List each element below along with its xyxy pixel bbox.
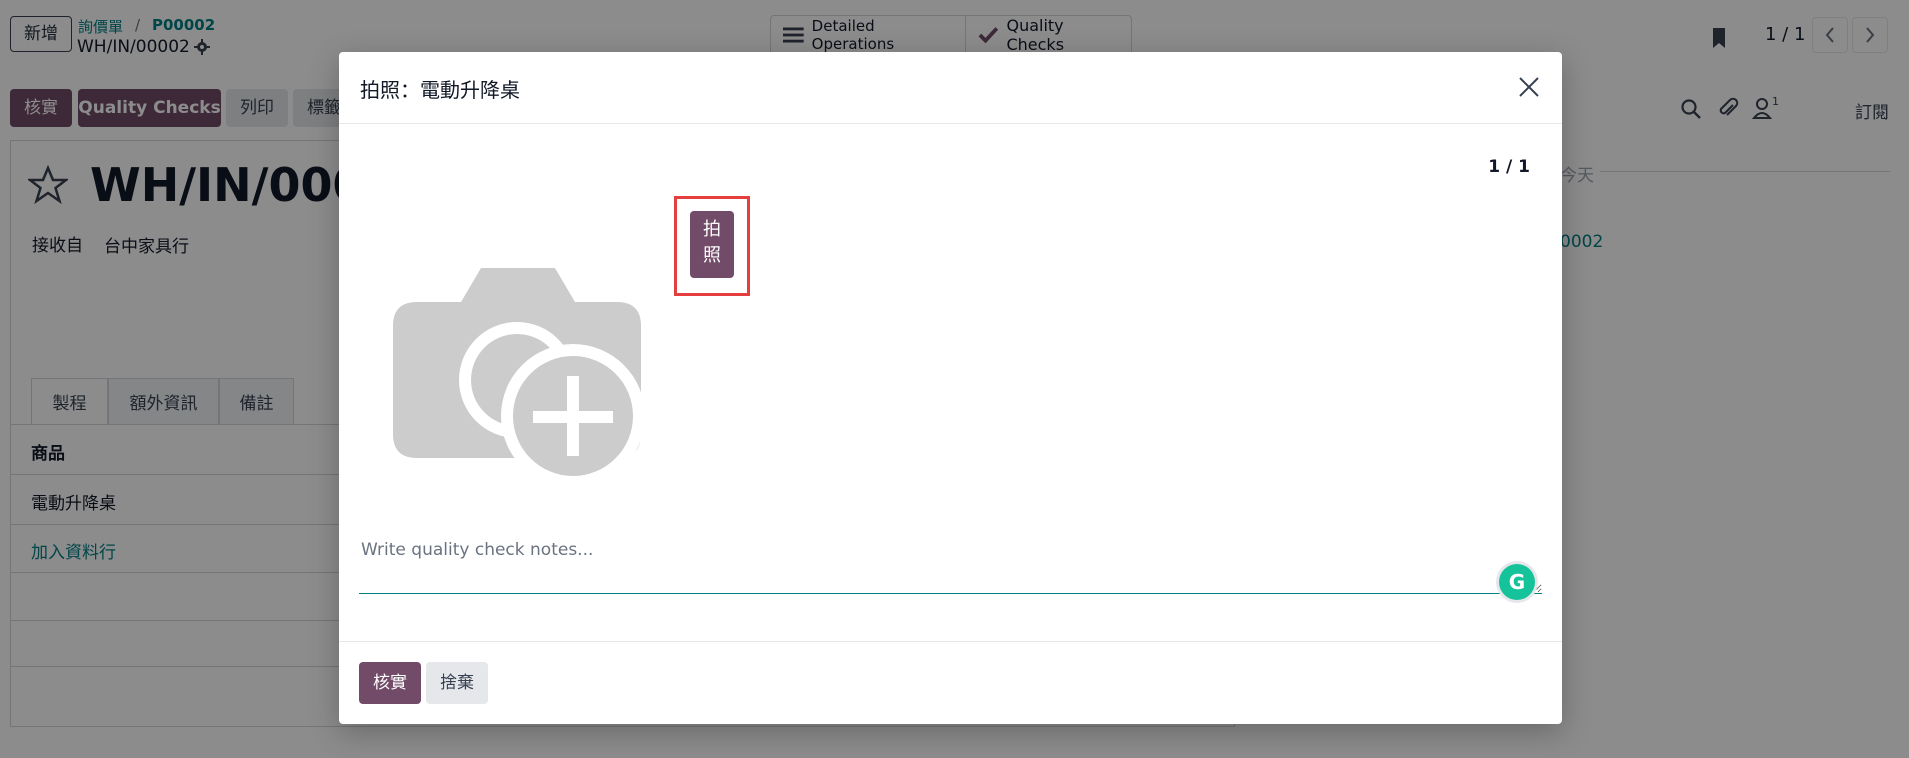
dialog-discard-button[interactable]: 捨棄 <box>426 662 488 704</box>
close-button[interactable] <box>1512 70 1546 104</box>
quality-notes-input[interactable] <box>359 540 1542 594</box>
camera-placeholder-icon <box>393 268 645 488</box>
dialog-footer: 核實 捨棄 <box>339 641 1562 724</box>
dialog-header: 拍照：電動升降桌 <box>339 52 1562 124</box>
dialog-validate-button[interactable]: 核實 <box>359 662 421 704</box>
take-photo-dialog: 拍照：電動升降桌 1 / 1 拍 照 G 核實 捨棄 <box>339 52 1562 724</box>
close-icon <box>1519 77 1539 97</box>
grammarly-icon[interactable]: G <box>1499 564 1535 600</box>
dialog-title: 拍照：電動升降桌 <box>360 78 520 102</box>
take-photo-button[interactable]: 拍 照 <box>690 211 734 278</box>
dialog-counter: 1 / 1 <box>1488 157 1530 177</box>
